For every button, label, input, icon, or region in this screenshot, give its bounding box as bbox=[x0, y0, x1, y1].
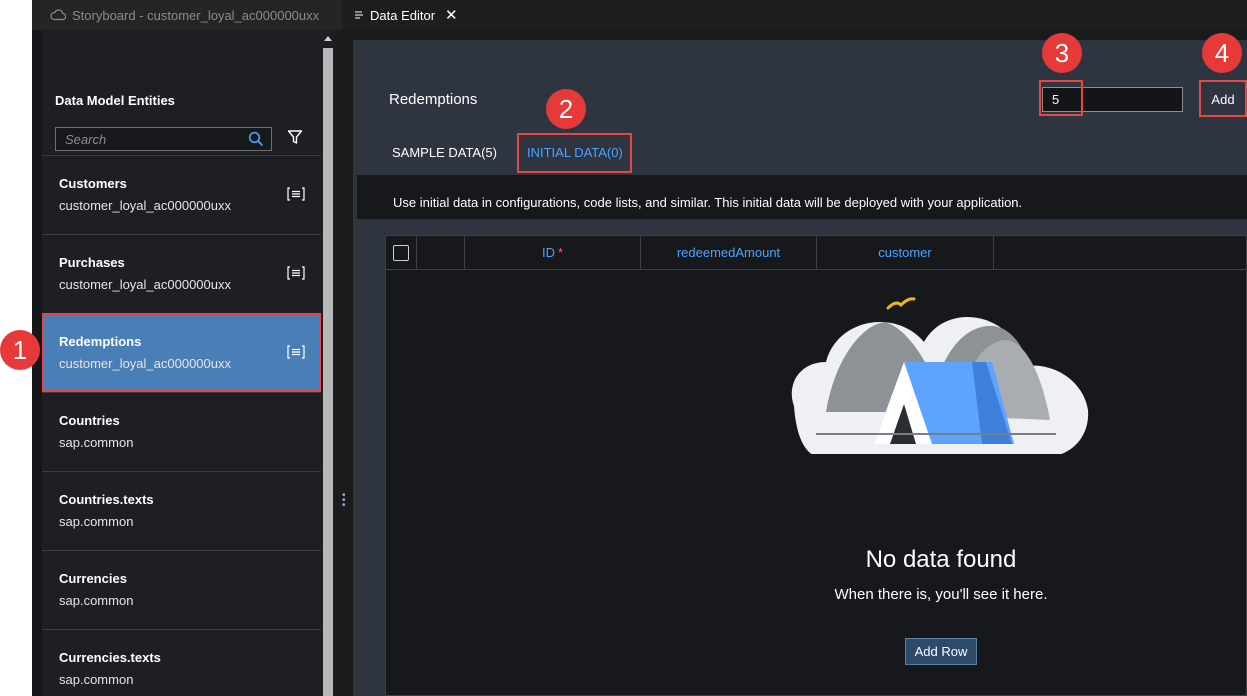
list-item-selected[interactable]: Redemptions customer_loyal_ac000000uxx bbox=[42, 313, 321, 392]
cloud-icon bbox=[50, 9, 66, 21]
entity-name: Currencies bbox=[59, 571, 127, 586]
highlight-box bbox=[1039, 80, 1083, 116]
list-item[interactable]: Currencies sap.common bbox=[42, 550, 321, 629]
list-item[interactable]: Currencies.texts sap.common bbox=[42, 629, 321, 696]
list-detail-icon[interactable] bbox=[287, 266, 305, 285]
list-item[interactable]: Customers customer_loyal_ac000000uxx bbox=[42, 155, 321, 234]
table-header: ID * redeemedAmount customer bbox=[385, 235, 1247, 270]
drag-handle-icon[interactable]: • • • bbox=[342, 491, 346, 511]
entity-namespace: sap.common bbox=[59, 672, 134, 687]
entity-name: Currencies.texts bbox=[59, 650, 161, 665]
list-item[interactable]: Purchases customer_loyal_ac000000uxx bbox=[42, 234, 321, 313]
entity-name: Customers bbox=[59, 176, 127, 191]
column-header-redeemed-amount[interactable]: redeemedAmount bbox=[641, 235, 817, 270]
select-all-cell bbox=[385, 235, 417, 270]
tab-data-editor[interactable]: Data Editor ✕ bbox=[342, 0, 468, 30]
list-detail-icon[interactable] bbox=[287, 345, 305, 364]
entity-namespace: sap.common bbox=[59, 514, 134, 529]
select-all-checkbox[interactable] bbox=[392, 244, 409, 261]
entity-namespace: customer_loyal_ac000000uxx bbox=[59, 198, 231, 213]
empty-state-title: No data found bbox=[865, 546, 1017, 573]
page-title: Redemptions bbox=[389, 91, 478, 108]
entity-namespace: sap.common bbox=[59, 593, 134, 608]
column-label: customer bbox=[878, 245, 932, 260]
editor-tab-bar: Storyboard - customer_loyal_ac000000uxx … bbox=[32, 0, 1247, 30]
entity-name: Purchases bbox=[59, 255, 125, 270]
add-row-button[interactable]: Add Row bbox=[905, 638, 977, 665]
column-header-id[interactable]: ID * bbox=[465, 235, 641, 270]
entity-name: Redemptions bbox=[59, 334, 142, 349]
column-header-customer[interactable]: customer bbox=[817, 235, 994, 270]
step-badge-2: 2 bbox=[546, 89, 586, 129]
list-item[interactable]: Countries sap.common bbox=[42, 392, 321, 471]
entity-namespace: sap.common bbox=[59, 435, 134, 450]
step-badge-1: 1 bbox=[0, 330, 40, 370]
data-tabs: SAMPLE DATA(5) INITIAL DATA(0) bbox=[357, 130, 1247, 174]
tab-label: Data Editor bbox=[370, 7, 436, 23]
list-item[interactable]: Countries.texts sap.common bbox=[42, 471, 321, 550]
tab-storyboard[interactable]: Storyboard - customer_loyal_ac000000uxx bbox=[32, 0, 342, 30]
entity-name: Countries.texts bbox=[59, 492, 154, 507]
entity-list: Customers customer_loyal_ac000000uxx Pur… bbox=[42, 155, 321, 696]
lines-icon bbox=[354, 10, 364, 20]
sidebar-title: Data Model Entities bbox=[55, 93, 175, 108]
list-detail-icon[interactable] bbox=[287, 187, 305, 206]
required-marker: * bbox=[557, 245, 564, 260]
empty-state-subtitle: When there is, you'll see it here. bbox=[834, 586, 1048, 603]
scroll-up-arrow-icon[interactable] bbox=[324, 36, 332, 41]
highlight-box bbox=[517, 133, 632, 173]
tab-label: Storyboard - customer_loyal_ac000000uxx bbox=[72, 7, 320, 23]
step-badge-4: 4 bbox=[1202, 33, 1242, 73]
column-label: redeemedAmount bbox=[676, 245, 781, 260]
entity-name: Countries bbox=[59, 413, 120, 428]
step-badge-3: 3 bbox=[1042, 33, 1082, 73]
entity-namespace: customer_loyal_ac000000uxx bbox=[59, 277, 231, 292]
column-label: ID bbox=[541, 245, 555, 260]
scrollbar-thumb[interactable] bbox=[323, 48, 333, 696]
entity-namespace: customer_loyal_ac000000uxx bbox=[59, 356, 231, 371]
search-icon[interactable] bbox=[248, 131, 264, 152]
search-field[interactable] bbox=[55, 127, 272, 151]
filter-icon[interactable] bbox=[287, 129, 303, 150]
tab-sample-data[interactable]: SAMPLE DATA(5) bbox=[392, 145, 497, 160]
search-input[interactable] bbox=[56, 131, 236, 147]
tent-illustration bbox=[791, 297, 1089, 454]
info-text: Use initial data in configurations, code… bbox=[393, 195, 1023, 210]
highlight-box bbox=[1199, 80, 1247, 117]
close-icon[interactable]: ✕ bbox=[445, 6, 458, 24]
header-spacer bbox=[417, 235, 465, 270]
pane-splitter[interactable] bbox=[335, 30, 353, 696]
